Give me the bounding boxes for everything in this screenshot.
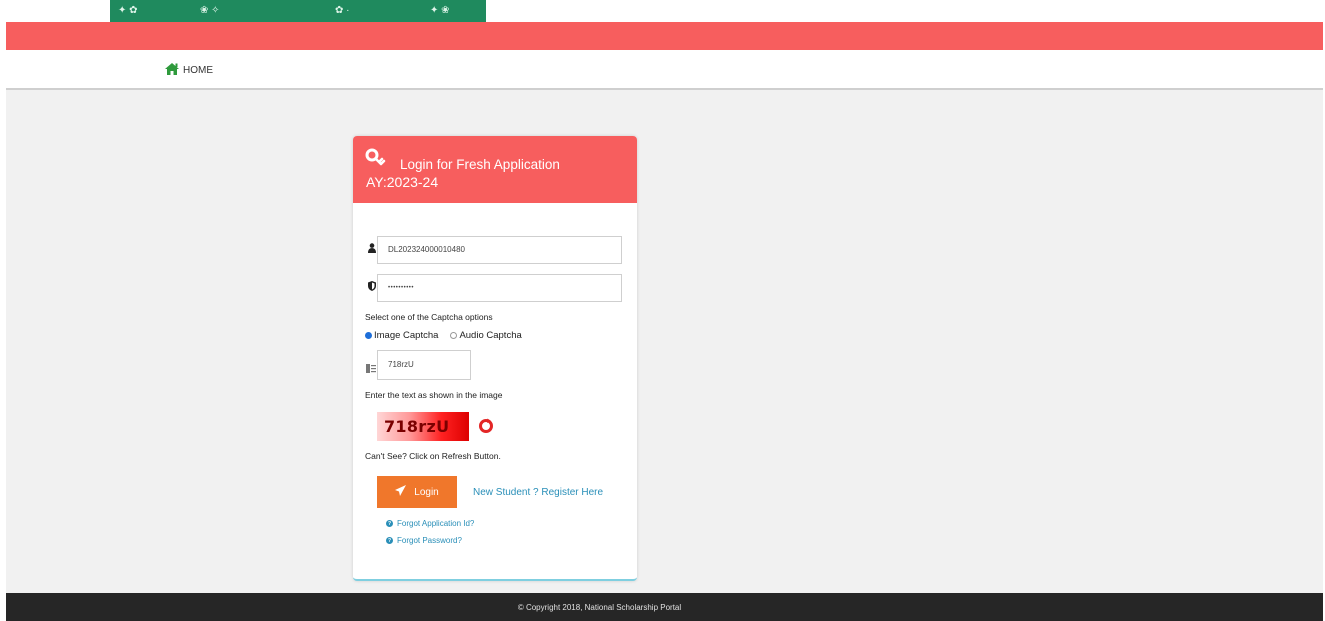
forgot-password-label: Forgot Password? xyxy=(397,536,462,545)
copyright-text: © Copyright 2018, National Scholarship P… xyxy=(517,602,682,612)
question-icon: ? xyxy=(386,520,393,527)
register-link[interactable]: New Student ? Register Here xyxy=(473,487,603,498)
home-link[interactable]: HOME xyxy=(164,62,213,79)
login-card-header: Login for Fresh Application AY:2023-24 xyxy=(353,136,637,203)
captcha-image-text: 718rzU xyxy=(384,417,450,436)
login-button[interactable]: Login xyxy=(377,476,457,508)
captcha-input[interactable]: 718rzU xyxy=(377,350,471,380)
footer: © Copyright 2018, National Scholarship P… xyxy=(6,593,1323,621)
forgot-application-id-label: Forgot Application Id? xyxy=(397,519,475,528)
login-card: Login for Fresh Application AY:2023-24 D… xyxy=(353,136,637,581)
user-icon xyxy=(367,243,377,253)
header-banner: ✦ ✿ ❀ ✧ ✿ · ✦ ❀ xyxy=(110,0,486,22)
captcha-image: 718rzU xyxy=(377,412,469,441)
password-field[interactable]: •••••••••• xyxy=(377,274,622,302)
nav-bar: HOME xyxy=(6,50,1323,90)
login-button-label: Login xyxy=(414,486,439,498)
refresh-icon[interactable] xyxy=(478,418,494,439)
captcha-options: Image Captcha Audio Captcha xyxy=(365,330,522,341)
forgot-application-id-link[interactable]: ? Forgot Application Id? xyxy=(386,519,474,528)
enter-captcha-label: Enter the text as shown in the image xyxy=(365,390,503,400)
captcha-options-prompt: Select one of the Captcha options xyxy=(365,312,493,322)
login-title: Login for Fresh Application xyxy=(400,157,560,172)
image-captcha-label[interactable]: Image Captcha xyxy=(374,330,438,341)
home-label: HOME xyxy=(183,65,213,76)
home-icon xyxy=(164,62,180,79)
question-icon: ? xyxy=(386,537,393,544)
captcha-field-icon xyxy=(366,360,376,378)
key-icon xyxy=(365,148,387,171)
top-red-bar xyxy=(6,22,1323,50)
academic-year: AY:2023-24 xyxy=(366,174,439,190)
send-icon xyxy=(395,485,407,499)
forgot-password-link[interactable]: ? Forgot Password? xyxy=(386,536,462,545)
audio-captcha-label[interactable]: Audio Captcha xyxy=(459,330,521,341)
application-id-field[interactable]: DL202324000010480 xyxy=(377,236,622,264)
shield-icon xyxy=(367,281,377,291)
image-captcha-radio[interactable] xyxy=(365,332,372,339)
cant-see-text: Can't See? Click on Refresh Button. xyxy=(365,451,501,461)
main-area xyxy=(6,90,1323,593)
audio-captcha-radio[interactable] xyxy=(450,332,458,339)
